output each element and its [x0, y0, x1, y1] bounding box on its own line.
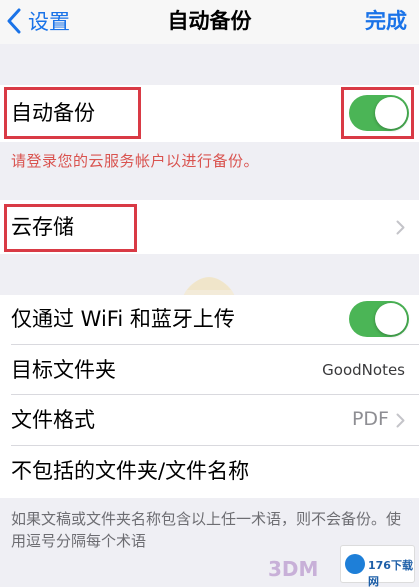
- site-logo-icon: [345, 554, 365, 574]
- site-watermark-logo: 176下载网: [340, 545, 415, 587]
- target-folder-row[interactable]: 目标文件夹 GoodNotes: [0, 345, 419, 394]
- done-button[interactable]: 完成: [365, 5, 407, 37]
- highlight-auto-backup-label: [4, 87, 141, 139]
- exclude-names-label: 不包括的文件夹/文件名称: [11, 459, 250, 483]
- login-warning: 请登录您的云服务帐户以进行备份。: [11, 152, 260, 170]
- file-format-label: 文件格式: [11, 408, 95, 432]
- wifi-bluetooth-toggle[interactable]: [349, 301, 409, 337]
- target-folder-value: GoodNotes: [322, 361, 405, 379]
- navigation-bar: 设置 自动备份 完成: [0, 0, 419, 44]
- chevron-right-icon: [396, 220, 405, 235]
- watermark-3dm: 3DM: [268, 557, 319, 581]
- file-format-row[interactable]: 文件格式 PDF: [0, 395, 419, 445]
- chevron-right-icon: [396, 413, 405, 428]
- highlight-auto-backup-toggle: [341, 87, 414, 139]
- toggle-knob: [375, 303, 407, 335]
- site-logo-text: 176下载网: [368, 559, 413, 587]
- file-format-value: PDF: [351, 408, 389, 430]
- wifi-bluetooth-label: 仅通过 WiFi 和蓝牙上传: [11, 307, 235, 331]
- highlight-cloud-storage: [4, 204, 137, 252]
- exclude-names-row[interactable]: 不包括的文件夹/文件名称: [0, 446, 419, 498]
- page-title: 自动备份: [167, 9, 252, 33]
- upload-settings-group: 仅通过 WiFi 和蓝牙上传 目标文件夹 GoodNotes 文件格式 PDF …: [0, 295, 419, 498]
- target-folder-label: 目标文件夹: [11, 358, 116, 382]
